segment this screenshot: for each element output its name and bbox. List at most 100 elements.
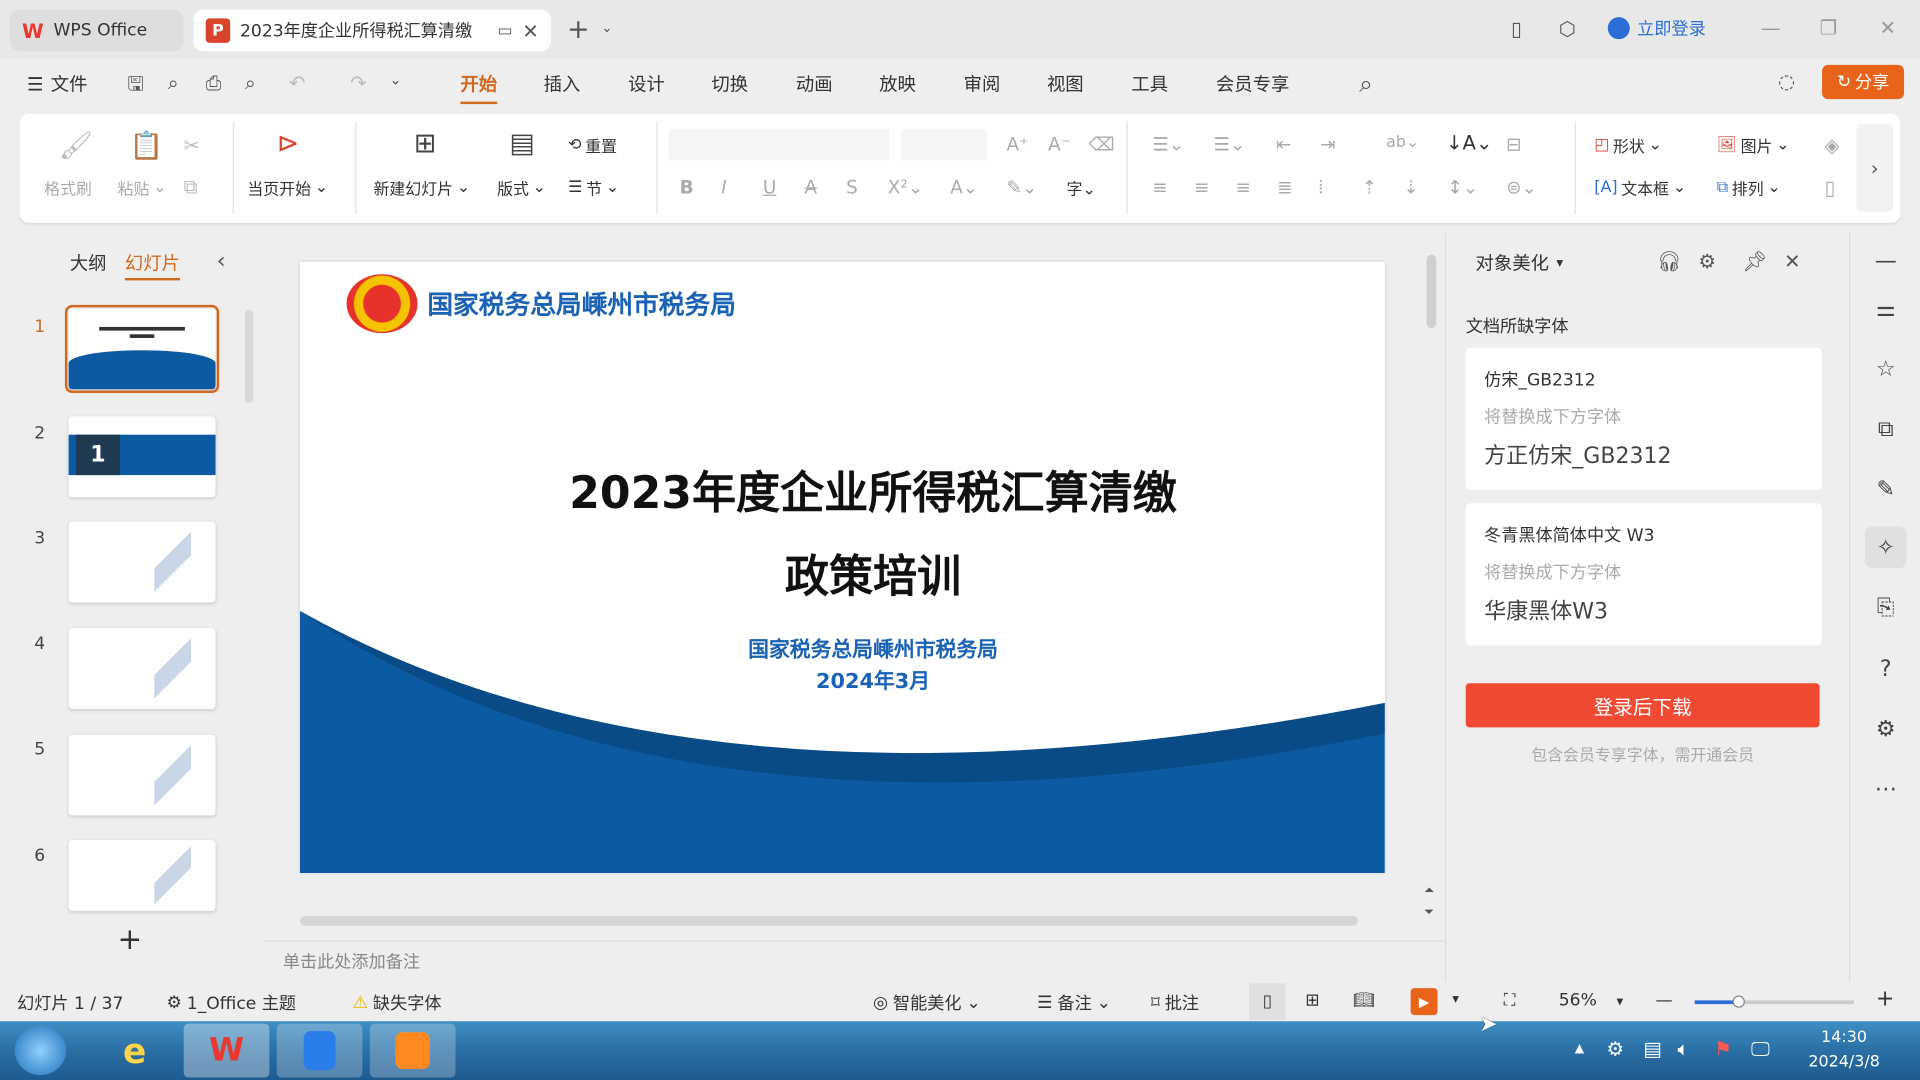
collapse-rail-icon[interactable]: — xyxy=(1865,240,1907,282)
add-slide-icon[interactable]: + xyxy=(118,922,143,956)
show-hidden-icons[interactable]: ▲ xyxy=(1575,1042,1584,1055)
slide-thumbnail-2[interactable]: 1 xyxy=(68,416,216,498)
line-spacing-decrease-icon[interactable]: ⇣ xyxy=(1403,176,1418,198)
clock[interactable]: 14:30 2024/3/8 xyxy=(1795,1026,1893,1075)
numbering-icon[interactable]: ☰⌄ xyxy=(1213,133,1245,155)
new-tab-icon[interactable]: + xyxy=(567,15,590,46)
slide-thumbnail-1[interactable] xyxy=(64,304,220,394)
notes-pane[interactable]: 单击此处添加备注 xyxy=(263,940,1445,980)
reset-button[interactable]: ⟲ 重置 xyxy=(568,133,617,157)
previous-slide-icon[interactable]: ⏶ xyxy=(1424,884,1434,897)
tab-slideshow[interactable]: 放映 xyxy=(879,71,916,97)
clear-format-icon[interactable]: ⌫ xyxy=(1089,133,1115,155)
next-slide-icon[interactable]: ⏷ xyxy=(1424,906,1434,919)
redo-icon[interactable]: ↷ xyxy=(350,71,366,94)
tab-home[interactable]: 开始 xyxy=(460,71,498,105)
print-icon[interactable]: ⎙ xyxy=(206,71,222,95)
shadow-icon[interactable]: S xyxy=(846,176,858,198)
action-center-icon[interactable]: ⚑ xyxy=(1714,1037,1732,1060)
tab-animation[interactable]: 动画 xyxy=(796,71,833,97)
print-preview-icon[interactable]: ⌕ xyxy=(245,71,256,95)
tab-member[interactable]: 会员专享 xyxy=(1216,71,1289,97)
section-button[interactable]: ☰ 节 ⌄ xyxy=(568,176,619,200)
vertical-scroll-thumb[interactable] xyxy=(1426,254,1437,329)
login-button[interactable]: 立即登录 xyxy=(1607,16,1706,40)
slide-thumbnail-5[interactable] xyxy=(68,734,216,816)
tab-transitions[interactable]: 切换 xyxy=(711,71,748,97)
bullets-icon[interactable]: ☰⌄ xyxy=(1152,133,1184,155)
theme-icon[interactable]: ✎ xyxy=(1865,468,1907,510)
vertical-scrollbar[interactable] xyxy=(1426,238,1437,875)
tab-design[interactable]: 设计 xyxy=(628,71,665,97)
decrease-indent-icon[interactable]: ⇤ xyxy=(1276,133,1291,155)
layout-button[interactable]: 版式 ⌄ xyxy=(497,176,546,200)
minimize-icon[interactable]: — xyxy=(1761,16,1781,39)
slide-thumbnail-6[interactable] xyxy=(68,840,216,912)
format-painter-button[interactable]: 格式刷 xyxy=(44,176,92,199)
play-from-current-button[interactable]: 当页开始 ⌄ xyxy=(247,176,328,200)
star-icon[interactable]: ☆ xyxy=(1865,348,1907,390)
notes-toggle-button[interactable]: ☰ 备注 ⌄ xyxy=(1037,991,1111,1015)
device-tray-icon[interactable]: ▤ xyxy=(1643,1037,1662,1060)
font-size-select[interactable] xyxy=(901,128,987,161)
line-spacing-icon[interactable]: ↕⌄ xyxy=(1447,176,1478,198)
collapse-panel-icon[interactable]: ‹ xyxy=(217,249,226,275)
zoom-in-icon[interactable]: + xyxy=(1876,986,1894,1012)
chevron-down-icon[interactable]: ⌄ xyxy=(601,20,612,36)
underline-icon[interactable]: U xyxy=(763,176,776,198)
zoom-slider-handle[interactable] xyxy=(1733,995,1746,1008)
close-panel-icon[interactable]: ✕ xyxy=(1784,250,1800,273)
tab-tools[interactable]: 工具 xyxy=(1131,71,1168,97)
fit-window-icon[interactable]: ⛶ xyxy=(1504,991,1516,1011)
shape-button[interactable]: ◰ 形状 ⌄ xyxy=(1594,133,1662,157)
thumbnail-scrollbar[interactable] xyxy=(244,309,254,403)
quick-access-dropdown-icon[interactable]: ⌄ xyxy=(389,71,401,88)
cube-icon[interactable]: ⬡ xyxy=(1559,17,1576,40)
monitor-icon[interactable]: ▭ xyxy=(498,21,513,39)
save-icon[interactable]: 🖫 xyxy=(127,71,144,104)
share-button[interactable]: ↻ 分享 xyxy=(1822,64,1905,100)
tab-view[interactable]: 视图 xyxy=(1047,71,1084,97)
paste-button[interactable]: 粘贴 ⌄ xyxy=(118,176,167,200)
arrange-button[interactable]: ⧉ 排列 ⌄ xyxy=(1717,176,1781,200)
undo-icon[interactable]: ↶ xyxy=(289,71,305,94)
font-name-select[interactable] xyxy=(668,128,889,161)
strikethrough-icon[interactable]: A xyxy=(804,176,817,198)
ribbon-scroll-right-icon[interactable]: › xyxy=(1856,123,1894,212)
font-card[interactable]: 仿宋_GB2312 将替换成下方字体 方正仿宋_GB2312 xyxy=(1465,347,1823,490)
headset-icon[interactable]: 🎧︎ xyxy=(1657,250,1682,273)
highlight-icon[interactable]: ✎⌄ xyxy=(1007,176,1038,198)
comment-bubble-icon[interactable]: ◌ xyxy=(1778,70,1795,93)
shirt-settings-icon[interactable]: ⚙ xyxy=(1865,708,1907,750)
theme-button[interactable]: ⚙ 1_Office 主题 xyxy=(167,991,297,1015)
close-tab-icon[interactable]: ✕ xyxy=(522,19,538,42)
textbox-button[interactable]: [A] 文本框 ⌄ xyxy=(1594,176,1686,200)
vertical-align-icon[interactable]: ⊜⌄ xyxy=(1506,176,1537,198)
text-direction-icon[interactable]: ab⌄ xyxy=(1386,133,1419,151)
italic-icon[interactable]: I xyxy=(721,176,726,198)
reading-view-icon[interactable]: 📖︎ xyxy=(1353,991,1375,1011)
missing-font-button[interactable]: ⚠ 缺失字体 xyxy=(353,991,442,1015)
tab-review[interactable]: 审阅 xyxy=(964,71,1001,97)
slide-thumbnail-4[interactable] xyxy=(68,628,216,709)
start-button[interactable] xyxy=(14,1026,67,1076)
fill-icon[interactable]: ◈ xyxy=(1824,133,1839,156)
slide-thumbnail-3[interactable] xyxy=(68,521,216,603)
internet-explorer-icon[interactable]: e xyxy=(92,1024,178,1078)
more-icon[interactable]: ⋯ xyxy=(1865,768,1907,810)
magic-wand-icon[interactable]: ✧ xyxy=(1864,526,1907,569)
distribute-icon[interactable]: ⦙ xyxy=(1319,176,1323,198)
bold-icon[interactable]: B xyxy=(680,176,694,198)
slide-sorter-icon[interactable]: ⊞ xyxy=(1305,991,1319,1011)
copy-icon[interactable]: ⧉ xyxy=(184,175,198,199)
decrease-font-icon[interactable]: A⁻ xyxy=(1048,133,1070,155)
login-download-button[interactable]: 登录后下载 xyxy=(1465,683,1820,728)
video-app-taskbar-icon[interactable] xyxy=(369,1023,456,1078)
tab-outline[interactable]: 大纲 xyxy=(70,250,107,276)
feishu-taskbar-icon[interactable] xyxy=(276,1023,363,1078)
share-link-icon[interactable]: ⌕ xyxy=(168,71,179,95)
cut-icon[interactable]: ✂ xyxy=(184,133,200,156)
play-slideshow-button[interactable]: ▶ xyxy=(1410,988,1438,1016)
comments-button[interactable]: ⌑ 批注 xyxy=(1151,991,1199,1015)
search-icon[interactable]: ⌕ xyxy=(1359,69,1373,98)
